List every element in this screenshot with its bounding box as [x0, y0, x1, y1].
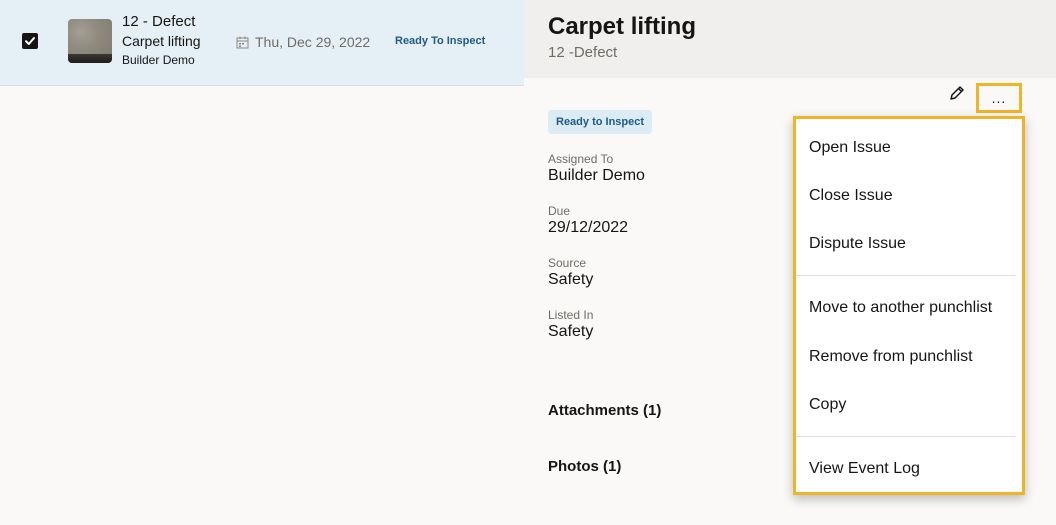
issue-list-row[interactable]: 12 - Defect Carpet lifting Builder Demo …	[0, 0, 524, 86]
edit-button[interactable]	[946, 82, 968, 104]
check-icon	[25, 37, 35, 45]
photos-section[interactable]: Photos (1)	[548, 458, 621, 475]
menu-item-dispute-issue[interactable]: Dispute Issue	[809, 235, 906, 253]
menu-item-move-punchlist[interactable]: Move to another punchlist	[809, 299, 992, 317]
menu-item-open-issue[interactable]: Open Issue	[809, 139, 891, 157]
menu-item-close-issue[interactable]: Close Issue	[809, 187, 893, 205]
row-checkbox[interactable]	[22, 33, 38, 49]
detail-subtitle: 12 -Defect	[548, 44, 618, 61]
issue-list-panel: 12 - Defect Carpet lifting Builder Demo …	[0, 0, 524, 525]
row-assignee: Builder Demo	[122, 53, 195, 67]
row-date-text: Thu, Dec 29, 2022	[255, 34, 371, 50]
source-value: Safety	[548, 271, 594, 288]
calendar-icon	[236, 36, 249, 48]
status-badge: Ready to Inspect	[548, 110, 653, 134]
pencil-icon	[950, 86, 964, 100]
menu-item-copy[interactable]: Copy	[809, 396, 846, 414]
row-title: 12 - Defect	[122, 13, 196, 30]
menu-item-view-event-log[interactable]: View Event Log	[809, 460, 920, 478]
due-value: 29/12/2022	[548, 219, 629, 236]
detail-header: Carpet lifting 12 -Defect	[524, 0, 1056, 78]
listed-in-label: Listed In	[548, 308, 594, 322]
menu-divider	[796, 436, 1016, 437]
more-actions-button[interactable]: ...	[976, 83, 1022, 113]
issue-thumbnail[interactable]	[68, 19, 112, 63]
assigned-to-value: Builder Demo	[548, 167, 645, 184]
attachments-section[interactable]: Attachments (1)	[548, 402, 661, 419]
due-label: Due	[548, 204, 571, 218]
row-status-badge: Ready To Inspect	[395, 35, 486, 47]
menu-divider	[796, 275, 1016, 276]
listed-in-value: Safety	[548, 323, 594, 340]
menu-item-remove-punchlist[interactable]: Remove from punchlist	[809, 348, 973, 366]
detail-title: Carpet lifting	[548, 13, 696, 40]
row-subtitle: Carpet lifting	[122, 33, 201, 49]
row-date: Thu, Dec 29, 2022	[236, 34, 370, 50]
more-actions-menu: Open Issue Close Issue Dispute Issue Mov…	[793, 116, 1025, 495]
ellipsis-icon: ...	[991, 90, 1007, 106]
assigned-to-label: Assigned To	[548, 152, 614, 166]
source-label: Source	[548, 256, 587, 270]
